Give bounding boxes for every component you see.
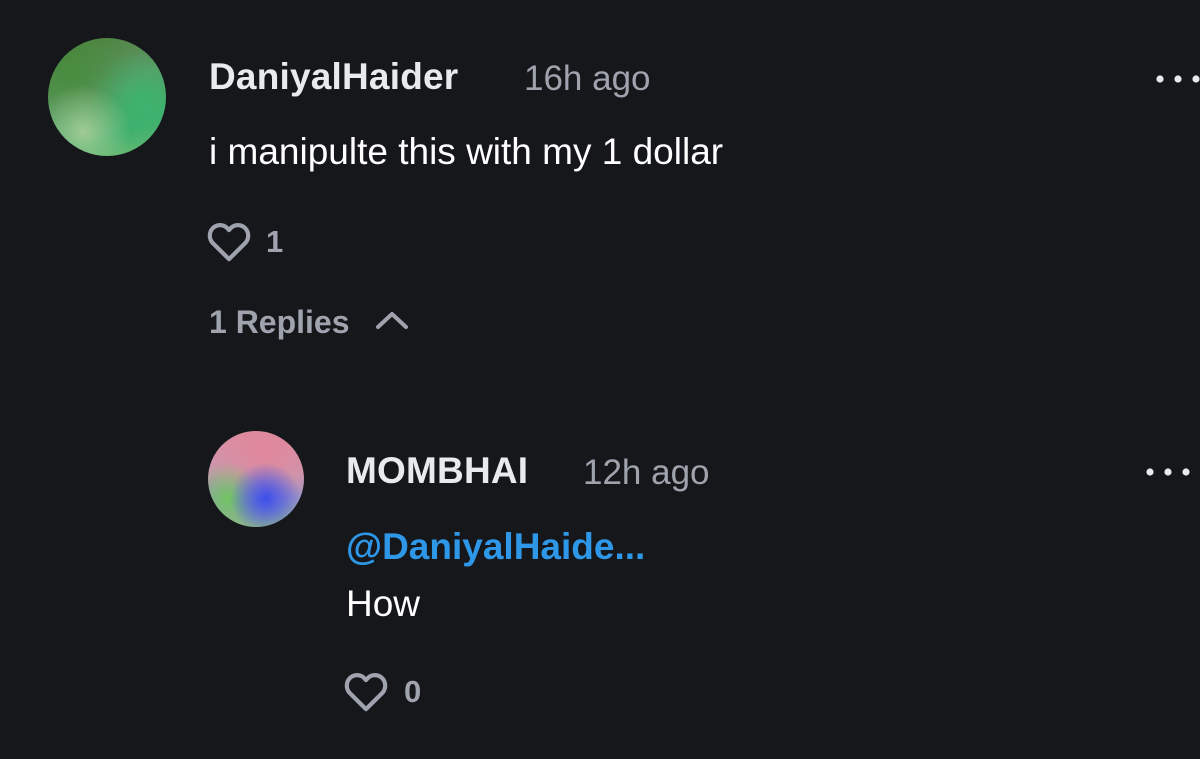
comment-username[interactable]: DaniyalHaider — [209, 56, 458, 98]
chevron-up-icon — [375, 308, 409, 334]
like-count: 1 — [266, 224, 284, 259]
replies-label: 1 Replies — [209, 304, 350, 340]
avatar[interactable] — [48, 38, 166, 156]
avatar[interactable] — [208, 431, 304, 527]
more-options-icon[interactable] — [1146, 466, 1190, 478]
more-options-icon[interactable] — [1156, 73, 1200, 85]
heart-icon — [206, 220, 252, 262]
reply-username[interactable]: MOMBHAI — [346, 450, 528, 492]
mention-link[interactable]: @DaniyalHaide... — [346, 526, 645, 568]
like-button[interactable] — [206, 220, 252, 262]
comment-timestamp: 16h ago — [524, 59, 651, 98]
reply-timestamp: 12h ago — [583, 453, 710, 492]
heart-icon — [343, 670, 389, 712]
like-button[interactable] — [343, 670, 389, 712]
like-count: 0 — [404, 674, 422, 709]
reply-text: How — [346, 583, 421, 624]
comment-text: i manipulte this with my 1 dollar — [209, 131, 724, 172]
